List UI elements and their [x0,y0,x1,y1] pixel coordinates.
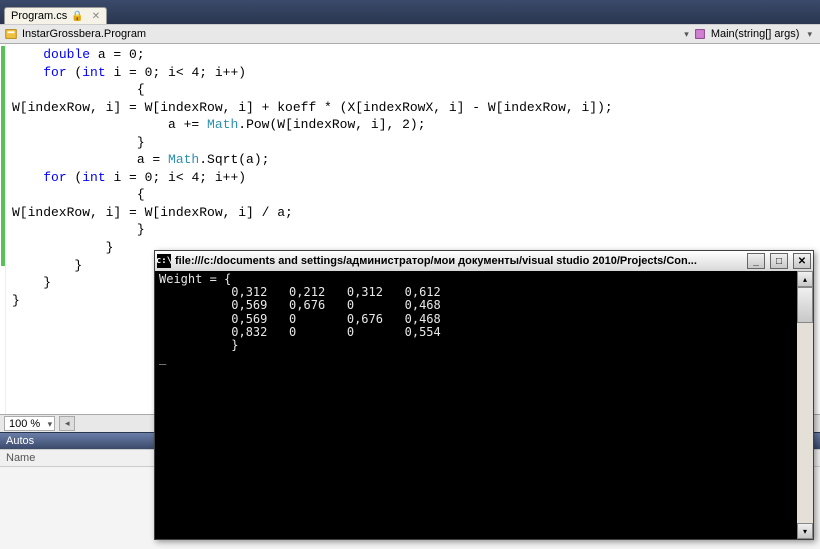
scroll-thumb[interactable] [797,287,813,323]
method-dropdown[interactable]: Main(string[] args) [711,28,800,40]
namespace-dropdown[interactable]: InstarGrossbera.Program [22,28,146,40]
tab-strip: Program.cs 🔒 ✕ [0,0,820,24]
console-output[interactable]: Weight = { 0,312 0,212 0,312 0,612 0,569… [155,271,797,539]
console-scrollbar[interactable]: ▴ ▾ [797,271,813,539]
tab-label: Program.cs [11,10,67,22]
autos-title: Autos [6,435,34,447]
tab-program-cs[interactable]: Program.cs 🔒 ✕ [4,7,107,24]
close-icon[interactable]: ✕ [92,11,100,22]
maximize-button[interactable]: □ [770,253,788,269]
close-button[interactable]: ✕ [793,253,811,269]
lock-icon: 🔒 [71,11,83,22]
console-window[interactable]: c:\ file:///c:/documents and settings/ад… [154,250,814,540]
zoom-value: 100 % [9,418,40,430]
scroll-up-button[interactable]: ▴ [797,271,813,287]
chevron-down-icon[interactable]: ▾ [803,29,816,40]
scroll-left-button[interactable]: ◂ [59,416,75,431]
zoom-select[interactable]: 100 % [4,416,55,431]
method-icon [693,27,707,41]
minimize-button[interactable]: _ [747,253,765,269]
console-title-text: file:///c:/documents and settings/админи… [175,255,742,267]
class-icon [4,27,18,41]
chevron-down-icon[interactable]: ▾ [680,29,693,40]
console-titlebar[interactable]: c:\ file:///c:/documents and settings/ад… [155,251,813,271]
console-icon: c:\ [157,254,171,268]
scroll-down-button[interactable]: ▾ [797,523,813,539]
code-nav-bar: InstarGrossbera.Program ▾ Main(string[] … [0,24,820,44]
